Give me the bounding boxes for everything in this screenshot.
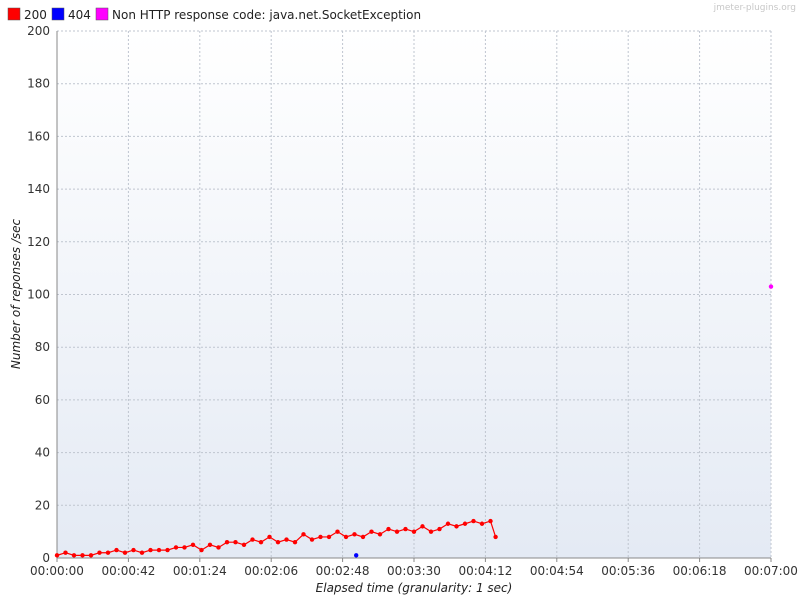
x-tick-label: 00:00:00 xyxy=(30,564,84,578)
data-point xyxy=(428,529,434,534)
data-point xyxy=(284,537,289,542)
data-point xyxy=(335,529,340,534)
data-point xyxy=(148,547,153,553)
chart-root: 200 404 Non HTTP response code: java.net… xyxy=(7,3,798,595)
data-point xyxy=(493,534,498,540)
data-point xyxy=(301,532,306,537)
data-point xyxy=(105,550,111,555)
data-point xyxy=(309,537,315,542)
data-point xyxy=(420,524,425,529)
data-point xyxy=(250,537,255,542)
data-point xyxy=(207,542,213,548)
data-point xyxy=(190,542,196,548)
data-point xyxy=(352,532,357,537)
data-point xyxy=(233,539,238,545)
x-tick-label: 00:04:12 xyxy=(458,564,512,578)
data-point xyxy=(471,518,476,524)
x-tick-label: 00:01:24 xyxy=(173,564,227,578)
data-point xyxy=(224,539,230,545)
x-tick-labels: 00:00:00 00:00:42 00:01:24 00:02:06 00:02:48… xyxy=(30,564,798,578)
y-tick-label: 160 xyxy=(27,129,50,143)
x-tick-label: 00:07:00 xyxy=(744,564,798,578)
y-tick-label: 80 xyxy=(35,340,50,354)
legend-label-404: 404 xyxy=(68,8,91,22)
data-point xyxy=(275,539,281,545)
data-point xyxy=(71,553,77,558)
data-point xyxy=(377,532,383,537)
legend-swatch-socket-exception xyxy=(95,7,109,21)
data-point xyxy=(479,521,485,526)
data-point xyxy=(411,529,417,534)
y-tick-label: 60 xyxy=(35,393,50,407)
series-1 xyxy=(354,553,359,558)
data-point xyxy=(173,545,179,550)
data-point xyxy=(88,553,94,558)
x-tick-label: 00:06:18 xyxy=(673,564,727,578)
x-tick-label: 00:02:48 xyxy=(316,564,370,578)
data-point xyxy=(165,547,170,553)
data-point xyxy=(354,553,359,558)
data-point xyxy=(768,284,774,289)
y-tick-label: 100 xyxy=(27,288,50,302)
series-2 xyxy=(768,284,774,289)
data-point xyxy=(318,534,323,540)
y-tick-label: 0 xyxy=(42,551,50,565)
data-point xyxy=(139,550,145,555)
legend-label-200: 200 xyxy=(24,8,47,22)
data-point xyxy=(156,547,162,553)
data-point xyxy=(182,545,187,550)
data-point xyxy=(122,550,128,555)
y-tick-labels: 0 20 40 60 80 100 120 140 160 180 200 xyxy=(27,24,50,565)
legend: 200 404 Non HTTP response code: java.net… xyxy=(7,7,421,22)
watermark: jmeter-plugins.org xyxy=(713,3,796,13)
data-point xyxy=(445,521,451,526)
data-point xyxy=(97,550,102,555)
y-tick-label: 180 xyxy=(27,77,50,91)
y-tick-label: 40 xyxy=(35,446,50,460)
data-point xyxy=(63,550,68,555)
data-point xyxy=(131,547,136,553)
data-point xyxy=(437,526,442,532)
data-point xyxy=(343,534,349,540)
legend-swatch-200 xyxy=(7,7,21,21)
data-point xyxy=(369,529,374,534)
data-point xyxy=(462,521,468,526)
data-point xyxy=(199,547,204,553)
x-tick-label: 00:00:42 xyxy=(101,564,155,578)
data-point xyxy=(267,534,272,540)
y-tick-label: 200 xyxy=(27,24,50,38)
x-tick-label: 00:05:36 xyxy=(601,564,655,578)
data-point xyxy=(394,529,400,534)
data-point xyxy=(241,542,247,548)
x-tick-label: 00:03:30 xyxy=(387,564,441,578)
y-tick-label: 20 xyxy=(35,498,50,512)
data-point xyxy=(54,553,60,558)
data-point xyxy=(114,547,119,553)
legend-swatch-404 xyxy=(51,7,65,21)
x-tick-label: 00:02:06 xyxy=(244,564,298,578)
data-point xyxy=(454,524,459,529)
data-point xyxy=(360,534,366,540)
data-point xyxy=(403,526,408,532)
data-point xyxy=(216,545,221,550)
y-axis-title: Number of reponses /sec xyxy=(9,218,23,369)
data-point xyxy=(386,526,391,532)
data-point xyxy=(80,553,85,558)
y-tick-label: 140 xyxy=(27,182,50,196)
data-point xyxy=(292,539,298,545)
x-tick-label: 00:04:54 xyxy=(530,564,584,578)
data-point xyxy=(326,534,332,540)
y-tick-label: 120 xyxy=(27,235,50,249)
x-axis-title: Elapsed time (granularity: 1 sec) xyxy=(316,581,513,595)
data-point xyxy=(488,518,493,524)
data-point xyxy=(258,539,264,545)
legend-label-socket-exception: Non HTTP response code: java.net.SocketE… xyxy=(112,8,421,22)
